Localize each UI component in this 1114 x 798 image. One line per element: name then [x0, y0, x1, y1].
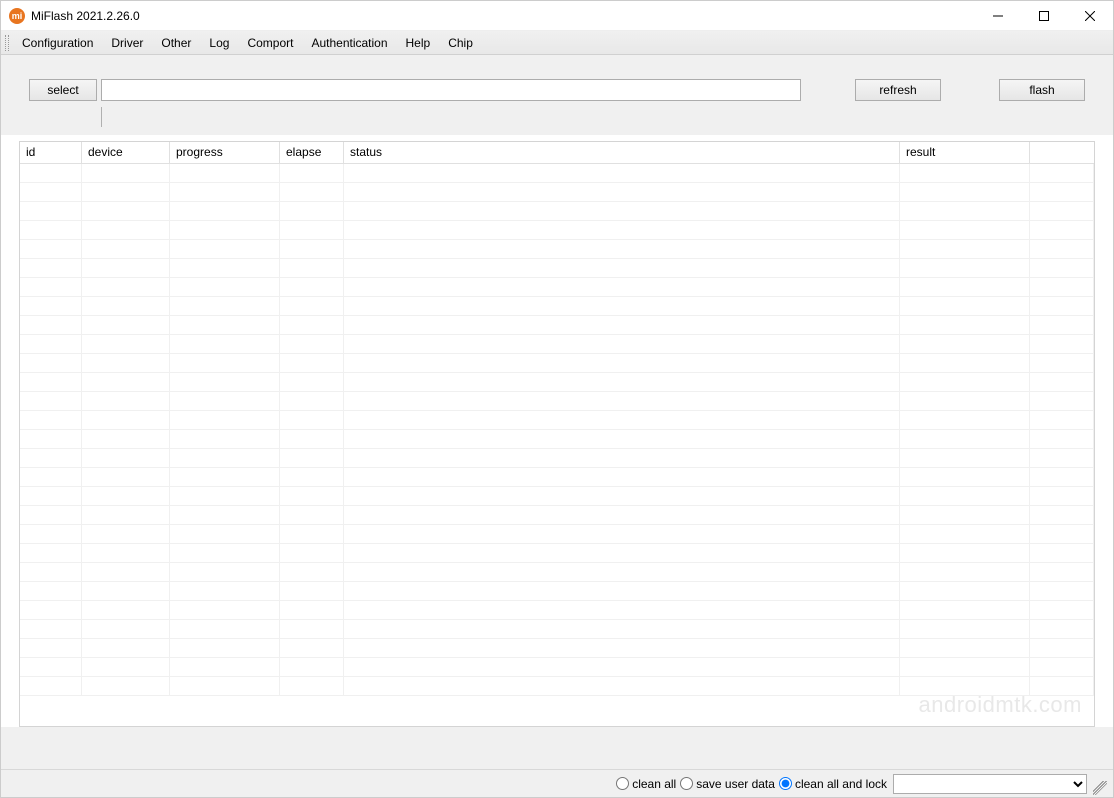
menu-log[interactable]: Log	[200, 33, 238, 53]
table-row[interactable]	[20, 316, 1094, 335]
table-row[interactable]	[20, 335, 1094, 354]
radio-save-user-data-label: save user data	[696, 777, 775, 791]
radio-clean-all-label: clean all	[632, 777, 676, 791]
close-button[interactable]	[1067, 1, 1113, 30]
maximize-button[interactable]	[1021, 1, 1067, 30]
column-status[interactable]: status	[344, 142, 900, 163]
radio-save-user-data[interactable]: save user data	[680, 777, 775, 791]
table-row[interactable]	[20, 240, 1094, 259]
radio-clean-all-input[interactable]	[616, 777, 629, 790]
table-row[interactable]	[20, 677, 1094, 696]
flash-mode-radios: clean all save user data clean all and l…	[616, 777, 887, 791]
toolbar-divider	[101, 107, 1085, 127]
table-row[interactable]	[20, 620, 1094, 639]
table-row[interactable]	[20, 164, 1094, 183]
table-row[interactable]	[20, 411, 1094, 430]
table-row[interactable]	[20, 639, 1094, 658]
window-controls	[975, 1, 1113, 30]
column-elapse[interactable]: elapse	[280, 142, 344, 163]
table-row[interactable]	[20, 487, 1094, 506]
flash-button[interactable]: flash	[999, 79, 1085, 101]
table-row[interactable]	[20, 658, 1094, 677]
menu-configuration[interactable]: Configuration	[13, 33, 102, 53]
menu-authentication[interactable]: Authentication	[302, 33, 396, 53]
window-title: MiFlash 2021.2.26.0	[31, 9, 975, 23]
table-row[interactable]	[20, 582, 1094, 601]
table-row[interactable]	[20, 297, 1094, 316]
table-row[interactable]	[20, 601, 1094, 620]
table-row[interactable]	[20, 278, 1094, 297]
table-row[interactable]	[20, 221, 1094, 240]
title-bar: mi MiFlash 2021.2.26.0	[1, 1, 1113, 31]
radio-clean-all-and-lock-label: clean all and lock	[795, 777, 887, 791]
table-row[interactable]	[20, 525, 1094, 544]
radio-clean-all[interactable]: clean all	[616, 777, 676, 791]
table-row[interactable]	[20, 544, 1094, 563]
menu-grip-icon	[5, 35, 9, 51]
app-icon: mi	[9, 8, 25, 24]
status-bar: clean all save user data clean all and l…	[1, 769, 1113, 797]
bottom-spacer	[1, 727, 1113, 769]
resize-grip-icon[interactable]	[1093, 781, 1107, 795]
table-row[interactable]	[20, 392, 1094, 411]
path-input[interactable]	[101, 79, 801, 101]
table-row[interactable]	[20, 449, 1094, 468]
script-combo[interactable]	[893, 774, 1087, 794]
table-body	[20, 164, 1094, 726]
table-row[interactable]	[20, 430, 1094, 449]
column-blank[interactable]	[1030, 142, 1094, 163]
column-id[interactable]: id	[20, 142, 82, 163]
table-row[interactable]	[20, 183, 1094, 202]
select-button[interactable]: select	[29, 79, 97, 101]
column-result[interactable]: result	[900, 142, 1030, 163]
menu-help[interactable]: Help	[397, 33, 440, 53]
minimize-button[interactable]	[975, 1, 1021, 30]
table-row[interactable]	[20, 563, 1094, 582]
table-row[interactable]	[20, 373, 1094, 392]
table-row[interactable]	[20, 259, 1094, 278]
device-table: id device progress elapse status result …	[19, 141, 1095, 727]
menu-bar: Configuration Driver Other Log Comport A…	[1, 31, 1113, 55]
table-header: id device progress elapse status result	[20, 142, 1094, 164]
table-row[interactable]	[20, 506, 1094, 525]
menu-driver[interactable]: Driver	[102, 33, 152, 53]
table-row[interactable]	[20, 202, 1094, 221]
radio-clean-all-and-lock[interactable]: clean all and lock	[779, 777, 887, 791]
refresh-button[interactable]: refresh	[855, 79, 941, 101]
radio-save-user-data-input[interactable]	[680, 777, 693, 790]
toolbar: select refresh flash	[1, 55, 1113, 135]
menu-other[interactable]: Other	[152, 33, 200, 53]
table-row[interactable]	[20, 354, 1094, 373]
table-row[interactable]	[20, 468, 1094, 487]
column-device[interactable]: device	[82, 142, 170, 163]
radio-clean-all-and-lock-input[interactable]	[779, 777, 792, 790]
menu-chip[interactable]: Chip	[439, 33, 482, 53]
column-progress[interactable]: progress	[170, 142, 280, 163]
menu-comport[interactable]: Comport	[238, 33, 302, 53]
